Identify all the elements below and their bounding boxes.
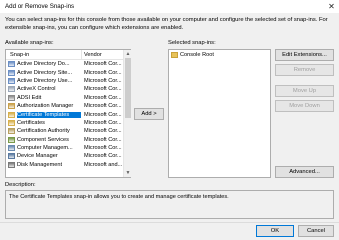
cancel-button[interactable]: Cancel — [298, 225, 334, 237]
add-button[interactable]: Add > — [134, 108, 164, 120]
footer-separator — [0, 222, 339, 223]
snapin-name: Active Directory Site... — [17, 69, 73, 76]
snapin-vendor: Microsoft Cor... — [84, 77, 122, 84]
move-down-button[interactable]: Move Down — [275, 100, 334, 112]
scrollbar-thumb[interactable] — [125, 58, 131, 118]
snapin-vendor: Microsoft Cor... — [84, 69, 122, 76]
computer-management-icon — [8, 145, 15, 152]
description-text: The Certificate Templates snap-in allows… — [9, 194, 229, 200]
column-header-snapin[interactable]: Snap-in — [6, 52, 81, 58]
snapin-name: Component Services — [17, 136, 69, 143]
activex-icon — [8, 86, 15, 93]
snapin-name: Disk Management — [17, 161, 63, 168]
snapin-name: Device Manager — [17, 153, 58, 160]
selected-snapins-label: Selected snap-ins: — [168, 40, 216, 46]
device-manager-icon — [8, 153, 15, 160]
snapin-row-activex-control[interactable]: ActiveX Control Microsoft Cor... — [6, 85, 130, 93]
snapin-name: Active Directory Do... — [17, 61, 70, 68]
available-snapins-label: Available snap-ins: — [5, 40, 54, 46]
remove-button[interactable]: Remove — [275, 64, 334, 76]
disk-management-icon — [8, 161, 15, 168]
intro-text: You can select snap-ins for this console… — [5, 17, 328, 31]
snapin-vendor: Microsoft Cor... — [84, 61, 122, 68]
ad-users-icon — [8, 77, 15, 84]
snapin-vendor: Microsoft Cor... — [84, 136, 122, 143]
snapin-name: Computer Managem... — [17, 145, 73, 152]
snapin-name: ActiveX Control — [17, 86, 56, 93]
certificates-icon — [8, 119, 15, 126]
description-label: Description: — [5, 182, 36, 188]
snapin-row-active-directory-do[interactable]: Active Directory Do... Microsoft Cor... — [6, 60, 130, 68]
scroll-up-icon[interactable]: ▲ — [125, 51, 131, 57]
snapin-vendor: Microsoft Cor... — [84, 103, 122, 110]
snapin-vendor: Microsoft Cor... — [84, 153, 122, 160]
selected-row-console-root[interactable]: Console Root — [169, 51, 270, 59]
snapin-row-adsi-edit[interactable]: ADSI Edit Microsoft Cor... — [6, 94, 130, 102]
snapin-vendor: Microsoft Cor... — [84, 86, 122, 93]
snapin-vendor: Microsoft Cor... — [84, 111, 122, 118]
snapin-row-certification-authority[interactable]: Certification Authority Microsoft Cor... — [6, 127, 130, 135]
snapin-name: ADSI Edit — [17, 94, 42, 101]
authorization-icon — [8, 103, 15, 110]
snapin-name: Certificate Templates — [16, 110, 82, 119]
snapin-row-computer-managem[interactable]: Computer Managem... Microsoft Cor... — [6, 144, 130, 152]
column-header-vendor[interactable]: Vendor — [81, 49, 102, 60]
snapin-name: Authorization Manager — [17, 103, 74, 110]
certificate-templates-icon — [8, 111, 15, 118]
selected-snapins-list[interactable]: Console Root — [168, 49, 271, 178]
available-rows: Active Directory Do... Microsoft Cor... Ac… — [6, 60, 130, 169]
snapin-row-active-directory-site[interactable]: Active Directory Site... Microsoft Cor... — [6, 68, 130, 76]
ad-domains-icon — [8, 61, 15, 68]
snapin-row-certificates[interactable]: Certificates Microsoft Cor... — [6, 119, 130, 127]
snapin-vendor: Microsoft Cor... — [84, 119, 122, 126]
close-icon[interactable]: ✕ — [326, 1, 337, 12]
folder-icon — [171, 52, 178, 59]
selected-snapin-name: Console Root — [180, 52, 214, 59]
snapin-vendor: Microsoft Cor... — [84, 145, 122, 152]
snapin-vendor: Microsoft Cor... — [84, 128, 122, 135]
available-snapins-list[interactable]: Snap-in Vendor Active Directory Do... Mic… — [5, 49, 131, 178]
advanced-button[interactable]: Advanced... — [275, 166, 334, 178]
snapin-row-component-services[interactable]: Component Services Microsoft Cor... — [6, 136, 130, 144]
snapin-name: Certification Authority — [17, 128, 70, 135]
certification-authority-icon — [8, 128, 15, 135]
available-list-header: Snap-in Vendor — [6, 49, 130, 60]
snapin-name: Certificates — [17, 119, 45, 126]
window-title: Add or Remove Snap-ins — [5, 3, 75, 10]
snapin-row-device-manager[interactable]: Device Manager Microsoft Cor... — [6, 152, 130, 160]
ad-sites-icon — [8, 69, 15, 76]
snapin-vendor: Microsoft and... — [84, 161, 123, 168]
component-services-icon — [8, 136, 15, 143]
edit-extensions-button[interactable]: Edit Extensions... — [275, 49, 334, 61]
available-list-scrollbar[interactable]: ▲ ▼ — [123, 50, 131, 177]
move-up-button[interactable]: Move Up — [275, 85, 334, 97]
snapin-row-active-directory-use[interactable]: Active Directory Use... Microsoft Cor... — [6, 77, 130, 85]
snapin-row-authorization-manager[interactable]: Authorization Manager Microsoft Cor... — [6, 102, 130, 110]
snapin-row-disk-management[interactable]: Disk Management Microsoft and... — [6, 161, 130, 169]
ok-button[interactable]: OK — [256, 225, 294, 237]
snapin-name: Active Directory Use... — [17, 77, 73, 84]
snapin-vendor: Microsoft Cor... — [84, 94, 122, 101]
snapin-row-certificate-templates[interactable]: Certificate Templates Microsoft Cor... — [6, 110, 130, 119]
selected-rows: Console Root — [169, 50, 270, 59]
adsi-edit-icon — [8, 94, 15, 101]
scroll-down-icon[interactable]: ▼ — [125, 170, 131, 176]
description-box: The Certificate Templates snap-in allows… — [5, 190, 334, 219]
